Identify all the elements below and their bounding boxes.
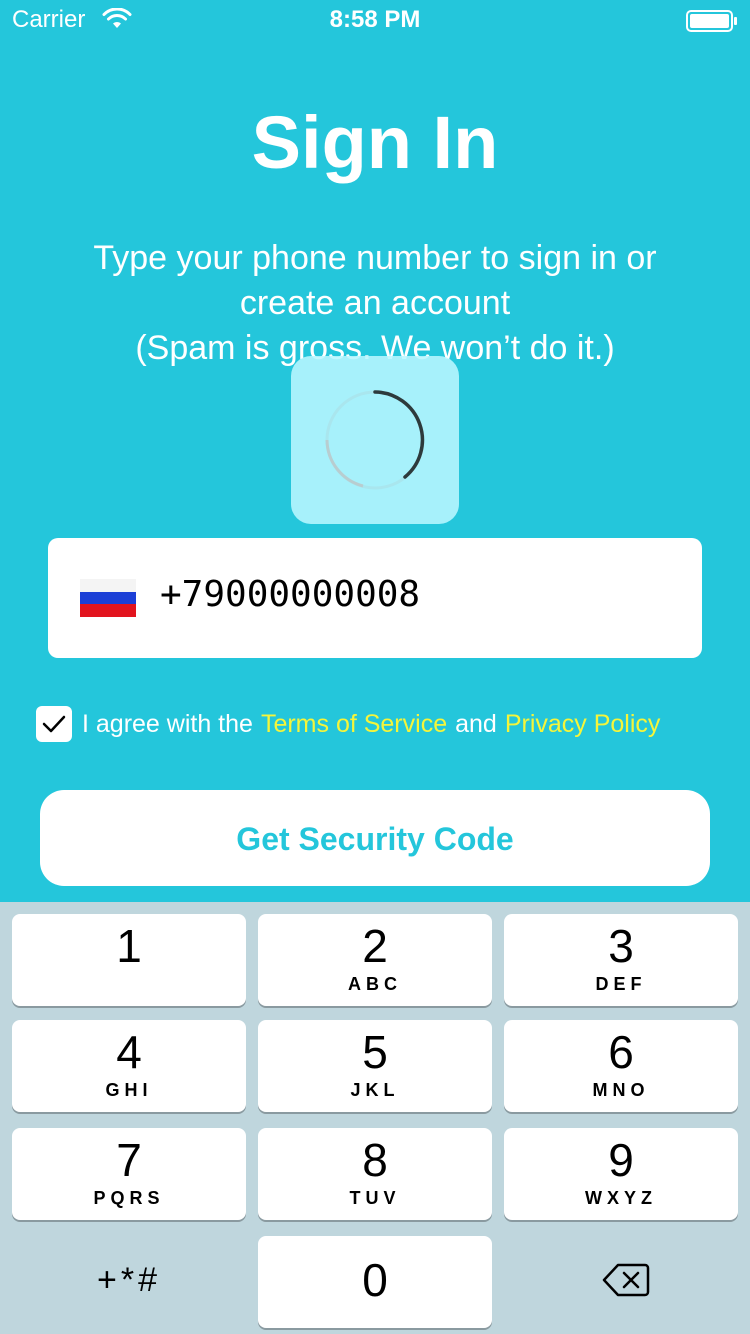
key-5[interactable]: 5 JKL <box>258 1020 492 1112</box>
key-letters: DEF <box>595 974 647 994</box>
key-9[interactable]: 9 WXYZ <box>504 1128 738 1220</box>
agree-checkbox[interactable] <box>36 706 72 742</box>
key-digit: 8 <box>362 1134 388 1186</box>
agreement-row: I agree with the Terms of Service and Pr… <box>36 706 660 742</box>
key-0[interactable]: 0 <box>258 1236 492 1328</box>
key-2[interactable]: 2 ABC <box>258 914 492 1006</box>
page-title: Sign In <box>251 101 499 184</box>
key-digit: 9 <box>608 1134 634 1186</box>
terms-of-service-link[interactable]: Terms of Service <box>261 710 447 739</box>
key-letters: JKL <box>350 1080 400 1100</box>
key-letters: ABC <box>348 974 402 994</box>
key-digit: 2 <box>362 920 388 972</box>
key-digit: 0 <box>362 1254 388 1306</box>
key-8[interactable]: 8 TUV <box>258 1128 492 1220</box>
get-security-code-button[interactable]: Get Security Code <box>40 790 710 886</box>
sign-in-screen: Carrier 8:58 PM Sign In Type your phone … <box>0 0 750 1334</box>
phone-number-field[interactable]: +79000000008 <box>48 538 702 658</box>
key-3[interactable]: 3 DEF <box>504 914 738 1006</box>
symbols-label: +*# <box>97 1261 161 1299</box>
key-letters: WXYZ <box>585 1188 657 1208</box>
key-digit: 1 <box>116 920 142 972</box>
delete-key[interactable] <box>504 1234 738 1326</box>
status-bar: Carrier 8:58 PM <box>0 0 750 40</box>
subtitle-line: Type your phone number to sign in or <box>93 239 657 277</box>
key-letters: PQRS <box>93 1188 165 1208</box>
checkmark-icon <box>42 715 66 733</box>
key-letters: TUV <box>349 1188 401 1208</box>
backspace-icon <box>602 1263 650 1297</box>
key-1[interactable]: 1 <box>12 914 246 1006</box>
battery-icon <box>686 10 737 32</box>
symbols-key[interactable]: +*# <box>12 1234 246 1326</box>
privacy-policy-link[interactable]: Privacy Policy <box>505 710 661 739</box>
loading-overlay <box>291 356 459 524</box>
russia-flag-icon[interactable] <box>80 579 136 617</box>
subtitle: Type your phone number to sign in or cre… <box>40 236 710 371</box>
clock: 8:58 PM <box>329 6 421 33</box>
subtitle-line: create an account <box>239 284 511 322</box>
agreement-and: and <box>455 709 497 738</box>
key-digit: 5 <box>362 1026 388 1078</box>
key-digit: 6 <box>608 1026 634 1078</box>
key-7[interactable]: 7 PQRS <box>12 1128 246 1220</box>
phone-number-input[interactable]: +79000000008 <box>160 574 420 615</box>
agreement-prefix: I agree with the <box>82 709 253 738</box>
key-4[interactable]: 4 GHI <box>12 1020 246 1112</box>
spinner-icon <box>325 390 425 490</box>
key-digit: 3 <box>608 920 634 972</box>
key-6[interactable]: 6 MNO <box>504 1020 738 1112</box>
numeric-keyboard: 1 2 ABC 3 DEF 4 GHI 5 JKL 6 MNO 7 PQRS 8… <box>0 902 750 1334</box>
key-letters: MNO <box>592 1080 650 1100</box>
key-digit: 7 <box>116 1134 142 1186</box>
key-letters: GHI <box>105 1080 153 1100</box>
key-digit: 4 <box>116 1026 142 1078</box>
